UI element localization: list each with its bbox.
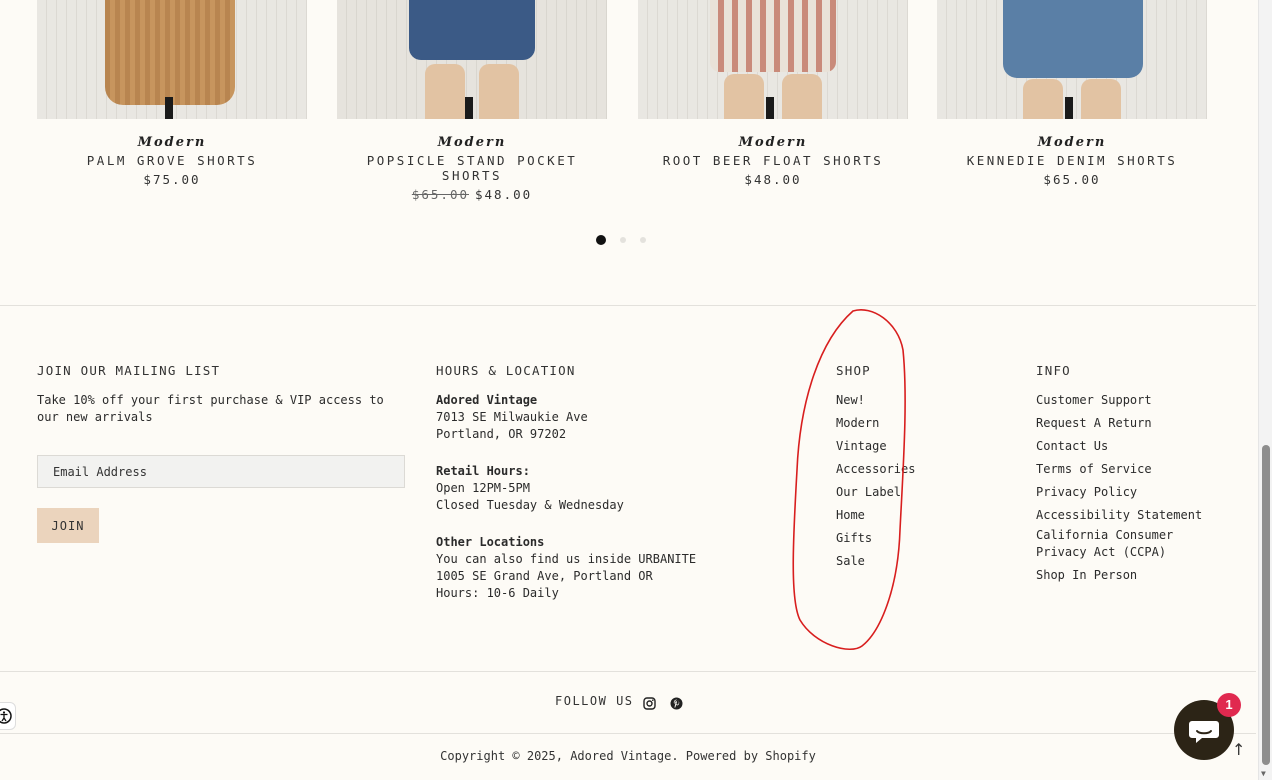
mailing-list-section: JOIN OUR MAILING LIST Take 10% off your …	[37, 362, 407, 543]
product-compare-price: $65.00	[411, 187, 469, 202]
product-sale-price: $75.00	[143, 172, 201, 187]
retail-hours-heading: Retail Hours:	[436, 464, 530, 478]
copyright-text: Copyright © 2025, Adored Vintage. Powere…	[440, 749, 816, 763]
product-carousel: Modern PALM GROVE SHORTS $75.00 Modern P…	[37, 0, 1207, 202]
product-image[interactable]	[337, 0, 607, 119]
shop-link-vintage[interactable]: Vintage	[836, 438, 986, 455]
footer-divider	[0, 671, 1256, 672]
product-price: $75.00	[37, 172, 307, 187]
carousel-dot[interactable]	[620, 237, 626, 243]
page-scrollbar[interactable]: ▼	[1258, 0, 1272, 780]
product-title[interactable]: POPSICLE STAND POCKET SHORTS	[337, 153, 607, 183]
accessibility-icon	[0, 708, 12, 724]
product-brand: Modern	[738, 135, 808, 150]
footer-divider	[0, 305, 1256, 306]
product-image[interactable]	[937, 0, 1207, 119]
shop-link-gifts[interactable]: Gifts	[836, 530, 986, 547]
info-link-request-return[interactable]: Request A Return	[1036, 415, 1206, 432]
product-card[interactable]: Modern ROOT BEER FLOAT SHORTS $48.00	[638, 0, 908, 187]
store-name: Adored Vintage	[436, 393, 538, 407]
product-brand: Modern	[437, 135, 507, 150]
product-sale-price: $48.00	[475, 187, 533, 202]
shop-section: SHOP New! Modern Vintage Accessories Our…	[836, 362, 986, 576]
other-locations-line2: 1005 SE Grand Ave, Portland OR	[436, 569, 653, 583]
product-sale-price: $48.00	[744, 172, 802, 187]
product-card[interactable]: Modern POPSICLE STAND POCKET SHORTS $65.…	[337, 0, 607, 202]
mailing-list-text: Take 10% off your first purchase & VIP a…	[37, 393, 384, 424]
hours-title: HOURS & LOCATION	[436, 363, 576, 378]
scrollbar-thumb[interactable]	[1262, 445, 1270, 765]
product-brand: Modern	[1037, 135, 1107, 150]
instagram-icon[interactable]	[643, 695, 656, 710]
product-image[interactable]	[37, 0, 307, 119]
accessibility-widget-button[interactable]	[0, 702, 16, 730]
product-title[interactable]: KENNEDIE DENIM SHORTS	[937, 153, 1207, 168]
other-locations-line1: You can also find us inside URBANITE	[436, 552, 697, 566]
product-sale-price: $65.00	[1043, 172, 1101, 187]
back-to-top-arrow-icon[interactable]: ↑	[1232, 740, 1245, 759]
shop-link-sale[interactable]: Sale	[836, 553, 986, 570]
product-price: $65.00 $48.00	[337, 187, 607, 202]
join-button[interactable]: JOIN	[37, 508, 99, 543]
mailing-list-title: JOIN OUR MAILING LIST	[37, 363, 221, 378]
info-link-contact-us[interactable]: Contact Us	[1036, 438, 1206, 455]
info-link-terms[interactable]: Terms of Service	[1036, 461, 1206, 478]
info-link-shop-in-person[interactable]: Shop In Person	[1036, 567, 1206, 584]
info-link-ccpa[interactable]: California Consumer Privacy Act (CCPA)	[1036, 527, 1176, 561]
pinterest-icon[interactable]	[670, 695, 683, 710]
footer-divider	[0, 733, 1256, 734]
shop-link-our-label[interactable]: Our Label	[836, 484, 986, 501]
carousel-dot[interactable]	[640, 237, 646, 243]
info-link-accessibility[interactable]: Accessibility Statement	[1036, 507, 1206, 524]
info-title: INFO	[1036, 363, 1071, 378]
product-card[interactable]: Modern KENNEDIE DENIM SHORTS $65.00	[937, 0, 1207, 187]
info-link-privacy[interactable]: Privacy Policy	[1036, 484, 1206, 501]
retail-hours-line1: Open 12PM-5PM	[436, 481, 530, 495]
shop-link-accessories[interactable]: Accessories	[836, 461, 986, 478]
info-section: INFO Customer Support Request A Return C…	[1036, 362, 1206, 590]
shop-title: SHOP	[836, 363, 871, 378]
shop-link-home[interactable]: Home	[836, 507, 986, 524]
shop-link-new[interactable]: New!	[836, 392, 986, 409]
store-address-line1: 7013 SE Milwaukie Ave	[436, 410, 588, 424]
chat-unread-badge: 1	[1217, 693, 1241, 717]
product-price: $65.00	[937, 172, 1207, 187]
product-image[interactable]	[638, 0, 908, 119]
follow-us-label: FOLLOW US	[555, 694, 634, 708]
carousel-dot-active[interactable]	[596, 235, 606, 245]
other-locations-line3: Hours: 10-6 Daily	[436, 586, 559, 600]
retail-hours-line2: Closed Tuesday & Wednesday	[436, 498, 624, 512]
product-title[interactable]: ROOT BEER FLOAT SHORTS	[638, 153, 908, 168]
product-brand: Modern	[137, 135, 207, 150]
product-price: $48.00	[638, 172, 908, 187]
other-locations-heading: Other Locations	[436, 535, 545, 549]
email-field[interactable]	[37, 455, 405, 488]
product-card[interactable]: Modern PALM GROVE SHORTS $75.00	[37, 0, 307, 187]
hours-location-section: HOURS & LOCATION Adored Vintage 7013 SE …	[436, 362, 736, 602]
store-address-line2: Portland, OR 97202	[436, 427, 567, 441]
product-title[interactable]: PALM GROVE SHORTS	[37, 153, 307, 168]
shop-link-modern[interactable]: Modern	[836, 415, 986, 432]
info-link-customer-support[interactable]: Customer Support	[1036, 392, 1206, 409]
scroll-down-icon[interactable]: ▼	[1261, 769, 1266, 778]
